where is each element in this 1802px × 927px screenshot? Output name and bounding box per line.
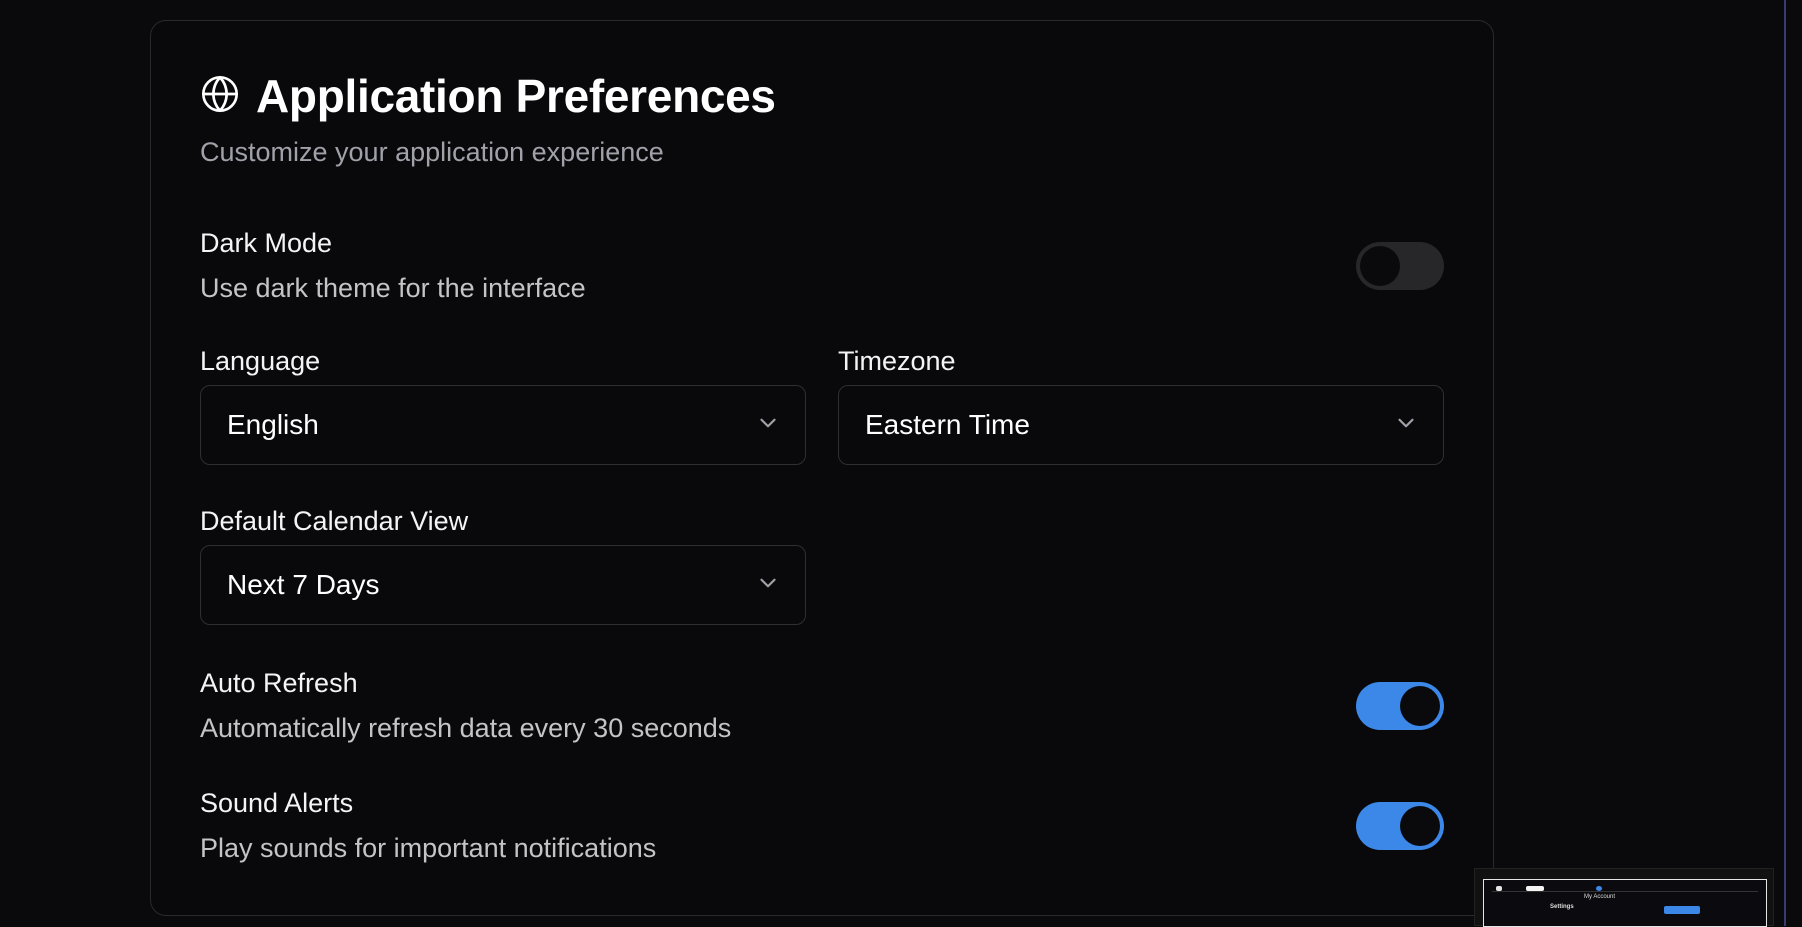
calendar-view-value: Next 7 Days — [227, 569, 380, 600]
screen-thumbnail[interactable]: Settings My Account — [1474, 868, 1774, 927]
thumbnail-screen: Settings My Account — [1483, 879, 1767, 927]
card-header: Application Preferences Customize your a… — [200, 69, 776, 168]
language-field: Language English — [200, 346, 806, 465]
language-value: English — [227, 409, 319, 440]
timezone-value: Eastern Time — [865, 409, 1030, 440]
thumbnail-logo-icon — [1496, 886, 1502, 891]
sound-alerts-text: Sound Alerts Play sounds for important n… — [200, 788, 656, 864]
page-subtitle: Customize your application experience — [200, 137, 664, 167]
auto-refresh-description: Automatically refresh data every 30 seco… — [200, 713, 732, 743]
thumbnail-avatar — [1596, 886, 1602, 891]
auto-refresh-label: Auto Refresh — [200, 668, 358, 698]
language-label: Language — [200, 346, 321, 376]
chevron-down-icon — [755, 410, 781, 441]
sound-alerts-description: Play sounds for important notifications — [200, 833, 657, 863]
timezone-field: Timezone Eastern Time — [838, 346, 1444, 465]
auto-refresh-toggle[interactable] — [1356, 682, 1444, 730]
title-row: Application Preferences — [200, 69, 776, 123]
chevron-down-icon — [755, 570, 781, 601]
toggle-knob — [1400, 806, 1440, 846]
dark-mode-toggle[interactable] — [1356, 242, 1444, 290]
preferences-card: Application Preferences Customize your a… — [150, 20, 1494, 916]
dark-mode-setting: Dark Mode Use dark theme for the interfa… — [200, 228, 1444, 304]
chevron-down-icon — [1393, 410, 1419, 441]
dark-mode-label: Dark Mode — [200, 228, 333, 258]
auto-refresh-setting: Auto Refresh Automatically refresh data … — [200, 668, 1444, 744]
page-title: Application Preferences — [256, 70, 776, 122]
calendar-view-field: Default Calendar View Next 7 Days — [200, 506, 806, 625]
timezone-select[interactable]: Eastern Time — [838, 385, 1444, 465]
thumbnail-topbar — [1492, 884, 1758, 892]
calendar-view-label: Default Calendar View — [200, 506, 469, 536]
thumbnail-button — [1664, 906, 1700, 914]
thumbnail-menu-label: My Account — [1584, 894, 1616, 900]
scrollbar-edge[interactable] — [1784, 0, 1786, 926]
toggle-knob — [1400, 686, 1440, 726]
toggle-knob — [1360, 246, 1400, 286]
sound-alerts-toggle[interactable] — [1356, 802, 1444, 850]
timezone-label: Timezone — [838, 346, 956, 376]
sound-alerts-label: Sound Alerts — [200, 788, 354, 818]
thumbnail-title: Settings — [1550, 904, 1574, 910]
globe-icon — [200, 74, 240, 119]
dark-mode-description: Use dark theme for the interface — [200, 273, 586, 303]
language-select[interactable]: English — [200, 385, 806, 465]
sound-alerts-setting: Sound Alerts Play sounds for important n… — [200, 788, 1444, 864]
thumbnail-badge — [1526, 886, 1544, 891]
dark-mode-text: Dark Mode Use dark theme for the interfa… — [200, 228, 586, 304]
auto-refresh-text: Auto Refresh Automatically refresh data … — [200, 668, 731, 744]
calendar-view-select[interactable]: Next 7 Days — [200, 545, 806, 625]
